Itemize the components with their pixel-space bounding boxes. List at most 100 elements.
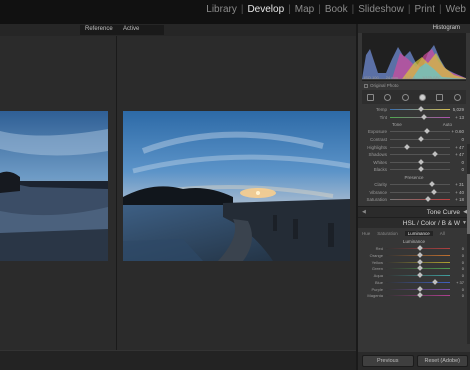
- slider-value[interactable]: + 47: [450, 152, 464, 157]
- hsl-row[interactable]: Orange 0: [358, 252, 470, 259]
- reference-photo[interactable]: [0, 111, 108, 261]
- auto-button[interactable]: Auto: [443, 121, 452, 128]
- highlights-slider[interactable]: [390, 143, 450, 150]
- module-slideshow[interactable]: Slideshow: [354, 4, 408, 15]
- hsl-value[interactable]: 0: [450, 273, 464, 278]
- slider-value[interactable]: 0: [450, 167, 464, 172]
- slider-knob[interactable]: [417, 265, 423, 272]
- module-print[interactable]: Print: [410, 4, 439, 15]
- slider-knob[interactable]: [417, 159, 424, 165]
- hsl-slider[interactable]: [386, 258, 450, 265]
- slider-row[interactable]: Tint + 13: [364, 114, 464, 122]
- module-map[interactable]: Map: [291, 4, 318, 15]
- slider-row[interactable]: Highlights + 47: [364, 143, 464, 151]
- previous-button[interactable]: Previous: [362, 355, 414, 367]
- hsl-row[interactable]: Red 0: [358, 245, 470, 253]
- slider-knob[interactable]: [417, 166, 424, 173]
- slider-value[interactable]: + 13: [450, 115, 464, 120]
- hsl-slider[interactable]: [386, 272, 450, 278]
- radial-filter-icon[interactable]: [436, 93, 444, 101]
- graduated-filter-icon[interactable]: [419, 93, 427, 101]
- slider-knob[interactable]: [417, 106, 424, 113]
- shadows-slider[interactable]: [390, 151, 450, 158]
- hsl-slider[interactable]: [386, 245, 450, 252]
- slider-knob[interactable]: [417, 258, 423, 265]
- slider-row[interactable]: Temp 5,029: [364, 106, 464, 114]
- slider-row[interactable]: Blacks 0: [364, 166, 464, 174]
- slider-value[interactable]: 0: [450, 160, 464, 165]
- hsl-value[interactable]: 0: [450, 293, 464, 298]
- slider-value[interactable]: 5,029: [450, 107, 464, 112]
- active-photo[interactable]: [123, 111, 350, 261]
- slider-knob[interactable]: [417, 292, 423, 299]
- hsl-value[interactable]: 0: [450, 260, 464, 265]
- slider-knob[interactable]: [423, 128, 430, 135]
- hsl-value[interactable]: + 37: [450, 280, 464, 285]
- adjustment-brush-icon[interactable]: [453, 93, 461, 101]
- checkbox-icon[interactable]: [364, 83, 368, 88]
- saturation-slider[interactable]: [390, 196, 450, 203]
- hsl-row[interactable]: Yellow 0: [358, 258, 470, 266]
- hsl-slider[interactable]: [386, 252, 450, 258]
- hsl-value[interactable]: 0: [450, 266, 464, 271]
- hsl-value[interactable]: 0: [450, 246, 464, 251]
- hsl-row[interactable]: Magenta 0: [358, 292, 470, 299]
- module-develop[interactable]: Develop: [243, 4, 288, 15]
- blacks-slider[interactable]: [390, 166, 450, 173]
- vibrance-slider[interactable]: [390, 188, 450, 195]
- slider-knob[interactable]: [417, 272, 423, 278]
- tint-slider[interactable]: [390, 114, 450, 120]
- original-photo-toggle[interactable]: Original Photo: [358, 81, 470, 90]
- slider-knob[interactable]: [428, 181, 435, 187]
- hsl-row[interactable]: Green 0: [358, 265, 470, 273]
- exposure-slider[interactable]: [390, 128, 450, 135]
- slider-row[interactable]: Exposure + 0.60: [364, 128, 464, 136]
- slider-row[interactable]: Clarity + 31: [364, 181, 464, 189]
- hsl-slider[interactable]: [386, 292, 450, 299]
- hsl-slider[interactable]: [386, 265, 450, 272]
- slider-knob[interactable]: [432, 151, 439, 158]
- temp-slider[interactable]: [390, 106, 450, 113]
- clarity-slider[interactable]: [390, 181, 450, 187]
- slider-knob[interactable]: [417, 252, 423, 258]
- slider-knob[interactable]: [431, 188, 437, 195]
- red-eye-icon[interactable]: [401, 93, 409, 101]
- hsl-row[interactable]: Purple 0: [358, 285, 470, 293]
- hsl-slider[interactable]: [386, 278, 450, 285]
- contrast-slider[interactable]: [390, 136, 450, 142]
- slider-value[interactable]: 0: [450, 137, 464, 142]
- tone-curve-section-header[interactable]: ◀ Tone Curve ◀: [358, 205, 470, 217]
- slider-knob[interactable]: [432, 278, 439, 285]
- histogram-title[interactable]: Histogram: [358, 24, 470, 33]
- slider-row[interactable]: Saturation + 18: [364, 196, 464, 204]
- hsl-row[interactable]: Blue + 37: [358, 278, 470, 286]
- whites-slider[interactable]: [390, 159, 450, 165]
- slider-knob[interactable]: [417, 285, 423, 292]
- module-web[interactable]: Web: [442, 4, 470, 15]
- slider-value[interactable]: + 18: [450, 197, 464, 202]
- tab-luminance[interactable]: Luminance: [404, 230, 433, 236]
- slider-row[interactable]: Contrast 0: [364, 136, 464, 144]
- slider-knob[interactable]: [417, 136, 424, 142]
- hsl-row[interactable]: Aqua 0: [358, 272, 470, 279]
- slider-value[interactable]: + 0.60: [450, 129, 464, 134]
- slider-knob[interactable]: [425, 196, 431, 203]
- slider-knob[interactable]: [421, 114, 428, 120]
- spot-removal-icon[interactable]: [384, 93, 392, 101]
- slider-knob[interactable]: [404, 143, 410, 150]
- slider-row[interactable]: Vibrance + 40: [364, 188, 464, 196]
- hsl-slider[interactable]: [386, 285, 450, 292]
- module-book[interactable]: Book: [321, 4, 352, 15]
- tab-all[interactable]: All: [440, 231, 445, 236]
- tab-saturation[interactable]: Saturation: [377, 231, 398, 236]
- module-library[interactable]: Library: [202, 4, 241, 15]
- slider-value[interactable]: + 47: [450, 145, 464, 150]
- slider-knob[interactable]: [417, 245, 423, 252]
- crop-tool-icon[interactable]: [367, 93, 375, 101]
- slider-value[interactable]: + 31: [450, 182, 464, 187]
- hsl-section-header[interactable]: HSL / Color / B & W ▼: [358, 216, 470, 228]
- slider-row[interactable]: Whites 0: [364, 159, 464, 167]
- tab-hue[interactable]: Hue: [362, 231, 370, 236]
- hsl-value[interactable]: 0: [450, 253, 464, 258]
- hsl-value[interactable]: 0: [450, 287, 464, 292]
